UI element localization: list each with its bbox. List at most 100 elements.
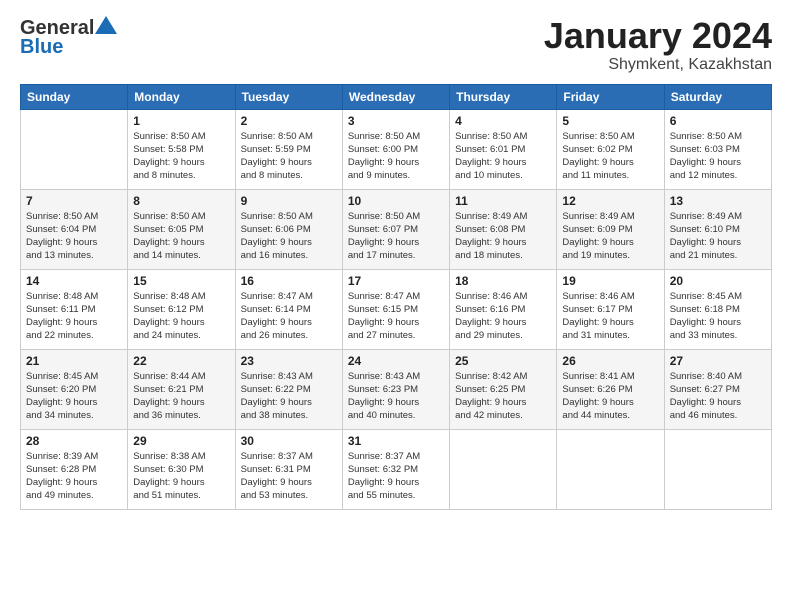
day-info: Sunrise: 8:49 AM Sunset: 6:10 PM Dayligh… <box>670 210 766 263</box>
calendar-week-row: 1Sunrise: 8:50 AM Sunset: 5:58 PM Daylig… <box>21 109 772 189</box>
logo-blue: Blue <box>20 36 63 59</box>
calendar-week-row: 21Sunrise: 8:45 AM Sunset: 6:20 PM Dayli… <box>21 349 772 429</box>
table-row: 6Sunrise: 8:50 AM Sunset: 6:03 PM Daylig… <box>664 109 771 189</box>
day-number: 14 <box>26 274 122 288</box>
day-info: Sunrise: 8:43 AM Sunset: 6:22 PM Dayligh… <box>241 370 337 423</box>
day-info: Sunrise: 8:50 AM Sunset: 5:58 PM Dayligh… <box>133 130 229 183</box>
day-info: Sunrise: 8:46 AM Sunset: 6:17 PM Dayligh… <box>562 290 658 343</box>
day-number: 3 <box>348 114 444 128</box>
header-thursday: Thursday <box>450 84 557 109</box>
day-info: Sunrise: 8:50 AM Sunset: 6:00 PM Dayligh… <box>348 130 444 183</box>
day-number: 10 <box>348 194 444 208</box>
day-info: Sunrise: 8:48 AM Sunset: 6:11 PM Dayligh… <box>26 290 122 343</box>
day-info: Sunrise: 8:50 AM Sunset: 5:59 PM Dayligh… <box>241 130 337 183</box>
header-saturday: Saturday <box>664 84 771 109</box>
day-info: Sunrise: 8:48 AM Sunset: 6:12 PM Dayligh… <box>133 290 229 343</box>
day-info: Sunrise: 8:47 AM Sunset: 6:15 PM Dayligh… <box>348 290 444 343</box>
table-row: 12 Sunrise: 8:49 AM Sunset: 6:09 PM Dayli… <box>557 189 664 269</box>
calendar-week-row: 14 Sunrise: 8:48 AM Sunset: 6:11 PM Dayli… <box>21 269 772 349</box>
day-info: Sunrise: 8:49 AM Sunset: 6:08 PM Dayligh… <box>455 210 551 263</box>
day-number: 9 <box>241 194 337 208</box>
day-info: Sunrise: 8:50 AM Sunset: 6:04 PM Dayligh… <box>26 210 122 263</box>
day-info: Sunrise: 8:50 AM Sunset: 6:06 PM Dayligh… <box>241 210 337 263</box>
day-number: 31 <box>348 434 444 448</box>
calendar-header-row: Sunday Monday Tuesday Wednesday Thursday… <box>21 84 772 109</box>
header-friday: Friday <box>557 84 664 109</box>
table-row: 21Sunrise: 8:45 AM Sunset: 6:20 PM Dayli… <box>21 349 128 429</box>
day-number: 7 <box>26 194 122 208</box>
day-number: 24 <box>348 354 444 368</box>
day-info: Sunrise: 8:40 AM Sunset: 6:27 PM Dayligh… <box>670 370 766 423</box>
day-number: 21 <box>26 354 122 368</box>
table-row: 29 Sunrise: 8:38 AM Sunset: 6:30 PM Dayli… <box>128 429 235 509</box>
day-info: Sunrise: 8:38 AM Sunset: 6:30 PM Dayligh… <box>133 450 229 503</box>
header-wednesday: Wednesday <box>342 84 449 109</box>
table-row: 7 Sunrise: 8:50 AM Sunset: 6:04 PM Daylig… <box>21 189 128 269</box>
day-number: 16 <box>241 274 337 288</box>
table-row <box>450 429 557 509</box>
day-number: 11 <box>455 194 551 208</box>
day-number: 8 <box>133 194 229 208</box>
day-info: Sunrise: 8:47 AM Sunset: 6:14 PM Dayligh… <box>241 290 337 343</box>
table-row: 5 Sunrise: 8:50 AM Sunset: 6:02 PM Daylig… <box>557 109 664 189</box>
table-row: 22 Sunrise: 8:44 AM Sunset: 6:21 PM Dayli… <box>128 349 235 429</box>
table-row: 17 Sunrise: 8:47 AM Sunset: 6:15 PM Dayli… <box>342 269 449 349</box>
header-monday: Monday <box>128 84 235 109</box>
day-number: 30 <box>241 434 337 448</box>
day-number: 29 <box>133 434 229 448</box>
table-row: 30Sunrise: 8:37 AM Sunset: 6:31 PM Dayli… <box>235 429 342 509</box>
day-number: 17 <box>348 274 444 288</box>
calendar-week-row: 28 Sunrise: 8:39 AM Sunset: 6:28 PM Dayli… <box>21 429 772 509</box>
day-number: 25 <box>455 354 551 368</box>
day-info: Sunrise: 8:43 AM Sunset: 6:23 PM Dayligh… <box>348 370 444 423</box>
table-row: 19 Sunrise: 8:46 AM Sunset: 6:17 PM Dayli… <box>557 269 664 349</box>
calendar-week-row: 7 Sunrise: 8:50 AM Sunset: 6:04 PM Daylig… <box>21 189 772 269</box>
table-row: 4 Sunrise: 8:50 AM Sunset: 6:01 PM Daylig… <box>450 109 557 189</box>
title-block: January 2024 Shymkent, Kazakhstan <box>544 16 772 74</box>
day-info: Sunrise: 8:49 AM Sunset: 6:09 PM Dayligh… <box>562 210 658 263</box>
logo: General Blue <box>20 16 118 59</box>
day-info: Sunrise: 8:45 AM Sunset: 6:18 PM Dayligh… <box>670 290 766 343</box>
day-number: 15 <box>133 274 229 288</box>
day-number: 5 <box>562 114 658 128</box>
day-number: 20 <box>670 274 766 288</box>
title-location: Shymkent, Kazakhstan <box>544 56 772 74</box>
table-row: 23 Sunrise: 8:43 AM Sunset: 6:22 PM Dayli… <box>235 349 342 429</box>
table-row: 11 Sunrise: 8:49 AM Sunset: 6:08 PM Dayli… <box>450 189 557 269</box>
table-row: 9 Sunrise: 8:50 AM Sunset: 6:06 PM Daylig… <box>235 189 342 269</box>
page: General Blue January 2024 Shymkent, Kaza… <box>0 0 792 520</box>
table-row: 8 Sunrise: 8:50 AM Sunset: 6:05 PM Daylig… <box>128 189 235 269</box>
header-sunday: Sunday <box>21 84 128 109</box>
day-number: 19 <box>562 274 658 288</box>
day-info: Sunrise: 8:50 AM Sunset: 6:02 PM Dayligh… <box>562 130 658 183</box>
day-number: 22 <box>133 354 229 368</box>
day-number: 28 <box>26 434 122 448</box>
day-number: 13 <box>670 194 766 208</box>
calendar-table: Sunday Monday Tuesday Wednesday Thursday… <box>20 84 772 510</box>
day-info: Sunrise: 8:50 AM Sunset: 6:01 PM Dayligh… <box>455 130 551 183</box>
table-row: 15 Sunrise: 8:48 AM Sunset: 6:12 PM Dayli… <box>128 269 235 349</box>
day-info: Sunrise: 8:46 AM Sunset: 6:16 PM Dayligh… <box>455 290 551 343</box>
day-info: Sunrise: 8:50 AM Sunset: 6:05 PM Dayligh… <box>133 210 229 263</box>
day-info: Sunrise: 8:41 AM Sunset: 6:26 PM Dayligh… <box>562 370 658 423</box>
table-row: 18Sunrise: 8:46 AM Sunset: 6:16 PM Dayli… <box>450 269 557 349</box>
day-number: 23 <box>241 354 337 368</box>
day-number: 12 <box>562 194 658 208</box>
table-row <box>557 429 664 509</box>
header: General Blue January 2024 Shymkent, Kaza… <box>20 16 772 74</box>
day-info: Sunrise: 8:44 AM Sunset: 6:21 PM Dayligh… <box>133 370 229 423</box>
table-row: 10Sunrise: 8:50 AM Sunset: 6:07 PM Dayli… <box>342 189 449 269</box>
day-info: Sunrise: 8:39 AM Sunset: 6:28 PM Dayligh… <box>26 450 122 503</box>
table-row: 13 Sunrise: 8:49 AM Sunset: 6:10 PM Dayli… <box>664 189 771 269</box>
table-row: 28 Sunrise: 8:39 AM Sunset: 6:28 PM Dayli… <box>21 429 128 509</box>
table-row <box>664 429 771 509</box>
day-number: 4 <box>455 114 551 128</box>
table-row: 24 Sunrise: 8:43 AM Sunset: 6:23 PM Dayli… <box>342 349 449 429</box>
table-row: 26Sunrise: 8:41 AM Sunset: 6:26 PM Dayli… <box>557 349 664 429</box>
table-row: 2Sunrise: 8:50 AM Sunset: 5:59 PM Daylig… <box>235 109 342 189</box>
table-row: 25 Sunrise: 8:42 AM Sunset: 6:25 PM Dayli… <box>450 349 557 429</box>
day-info: Sunrise: 8:42 AM Sunset: 6:25 PM Dayligh… <box>455 370 551 423</box>
table-row: 3 Sunrise: 8:50 AM Sunset: 6:00 PM Daylig… <box>342 109 449 189</box>
logo-icon <box>95 16 117 34</box>
table-row: 31Sunrise: 8:37 AM Sunset: 6:32 PM Dayli… <box>342 429 449 509</box>
